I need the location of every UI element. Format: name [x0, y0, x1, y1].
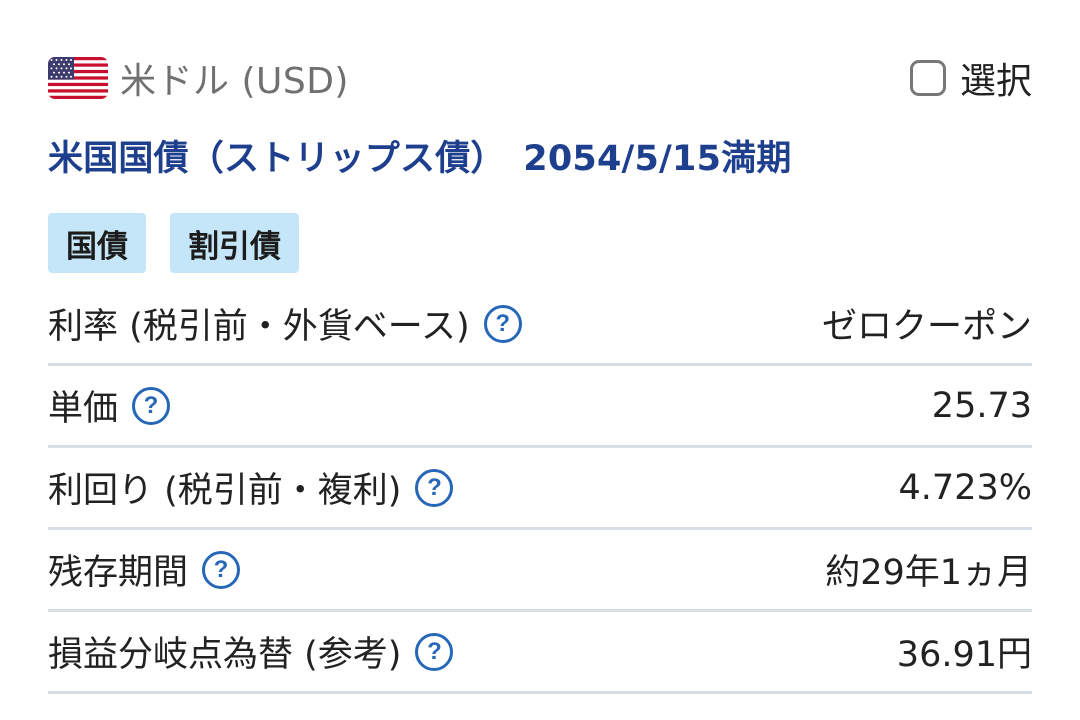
card-header: 米ドル (USD) 選択 — [48, 48, 1032, 108]
tag-discount-bond: 割引債 — [170, 213, 299, 273]
detail-row-unit-price: 単価 ? 25.73 — [48, 366, 1032, 448]
help-icon[interactable]: ? — [483, 304, 522, 343]
tag-government-bond: 国債 — [48, 213, 146, 273]
us-flag-icon — [48, 57, 108, 99]
select-checkbox-control[interactable]: 選択 — [909, 52, 1032, 104]
detail-label-unit-price: 単価 — [48, 389, 119, 429]
help-icon[interactable]: ? — [132, 386, 171, 425]
detail-value-unit-price: 25.73 — [931, 385, 1032, 426]
detail-label-yield: 利回り (税引前・複利) — [48, 471, 402, 511]
detail-value-coupon-rate: ゼロクーポン — [821, 307, 1032, 347]
select-label: 選択 — [959, 61, 1032, 102]
detail-row-yield: 利回り (税引前・複利) ? 4.723% — [48, 448, 1032, 530]
detail-row-breakeven-fx: 損益分岐点為替 (参考) ? 36.91円 — [48, 612, 1032, 694]
detail-value-remaining-term: 約29年1ヵ月 — [825, 553, 1032, 593]
currency-label: 米ドル (USD) — [120, 61, 349, 102]
detail-value-breakeven-fx: 36.91円 — [896, 635, 1032, 675]
detail-row-remaining-term: 残存期間 ? 約29年1ヵ月 — [48, 530, 1032, 612]
currency-info: 米ドル (USD) — [48, 52, 349, 104]
bond-title: 米国国債（ストリップス債） 2054/5/15満期 — [48, 139, 792, 179]
detail-value-yield: 4.723% — [898, 467, 1032, 508]
detail-label-remaining-term: 残存期間 — [48, 553, 189, 593]
detail-label-breakeven-fx: 損益分岐点為替 (参考) — [48, 635, 402, 675]
help-icon[interactable]: ? — [415, 468, 454, 507]
help-icon[interactable]: ? — [202, 550, 241, 589]
detail-row-coupon-rate: 利率 (税引前・外貨ベース) ? ゼロクーポン — [48, 284, 1032, 366]
help-icon[interactable]: ? — [415, 632, 454, 671]
bond-details-table: 利率 (税引前・外貨ベース) ? ゼロクーポン 単価 ? 25.73 利回り (… — [48, 284, 1032, 694]
bond-card: 米ドル (USD) 選択 米国国債（ストリップス債） 2054/5/15満期 国… — [0, 0, 1080, 720]
detail-label-coupon-rate: 利率 (税引前・外貨ベース) — [48, 307, 470, 347]
select-checkbox[interactable] — [909, 60, 946, 96]
bond-tags: 国債 割引債 — [48, 213, 299, 273]
